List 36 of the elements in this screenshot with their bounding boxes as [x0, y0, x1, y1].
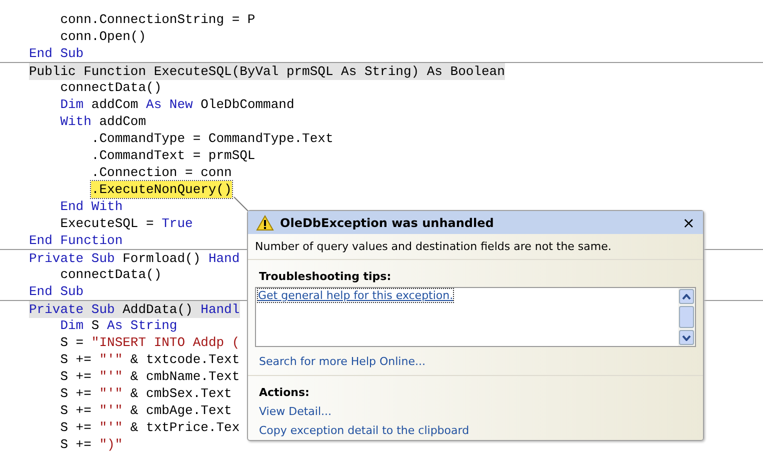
warning-icon [256, 214, 274, 230]
code-line: End With [59, 198, 123, 215]
code-line: Private Sub Formload() Hand [29, 250, 240, 267]
tip-link[interactable]: Get general help for this exception. [258, 289, 454, 302]
current-statement: .ExecuteNonQuery() [91, 181, 232, 198]
code-line: S += "'" & cmbName.Text [59, 368, 240, 385]
exception-message: Number of query values and destination fields are not the same. [248, 234, 703, 260]
code-line: conn.ConnectionString = P [59, 11, 256, 28]
code-line: connectData() [59, 79, 162, 96]
section-heading: Troubleshooting tips: [259, 270, 392, 283]
code-line: S += "'" & txtcode.Text [59, 351, 240, 368]
code-line: End Function [29, 232, 123, 249]
close-button[interactable]: × [682, 214, 695, 232]
code-line: S += ")" [59, 436, 123, 453]
code-line: conn.Open() [59, 28, 146, 45]
code-line: End Sub [29, 45, 84, 62]
code-line: .CommandText = prmSQL [90, 147, 256, 164]
popup-title: OleDbException was unhandled [280, 216, 495, 230]
code-line: S += "'" & txtPrice.Tex [59, 419, 240, 436]
code-line: S += "'" & cmbAge.Text [59, 402, 232, 419]
code-line: S += "'" & cmbSex.Text [59, 385, 232, 402]
code-line: End Sub [29, 283, 84, 300]
code-line: connectData() [59, 266, 162, 283]
code-line: .CommandType = CommandType.Text [90, 130, 334, 147]
scrollbar[interactable] [678, 288, 695, 346]
code-line: S = "INSERT INTO Addp ( [59, 334, 240, 351]
action-link[interactable]: Copy exception detail to the clipboard [259, 424, 470, 437]
search-help-link[interactable]: Search for more Help Online... [259, 355, 426, 368]
leader-line [233, 196, 249, 212]
code-line: With addCom [59, 113, 146, 130]
code-line: Dim S As String [59, 317, 178, 334]
section-heading: Actions: [259, 386, 310, 399]
code-line: .Connection = conn [90, 164, 232, 181]
action-link[interactable]: View Detail... [259, 405, 332, 418]
code-line: ExecuteSQL = True [59, 215, 193, 232]
code-line: Dim addCom As New OleDbCommand [59, 96, 294, 113]
